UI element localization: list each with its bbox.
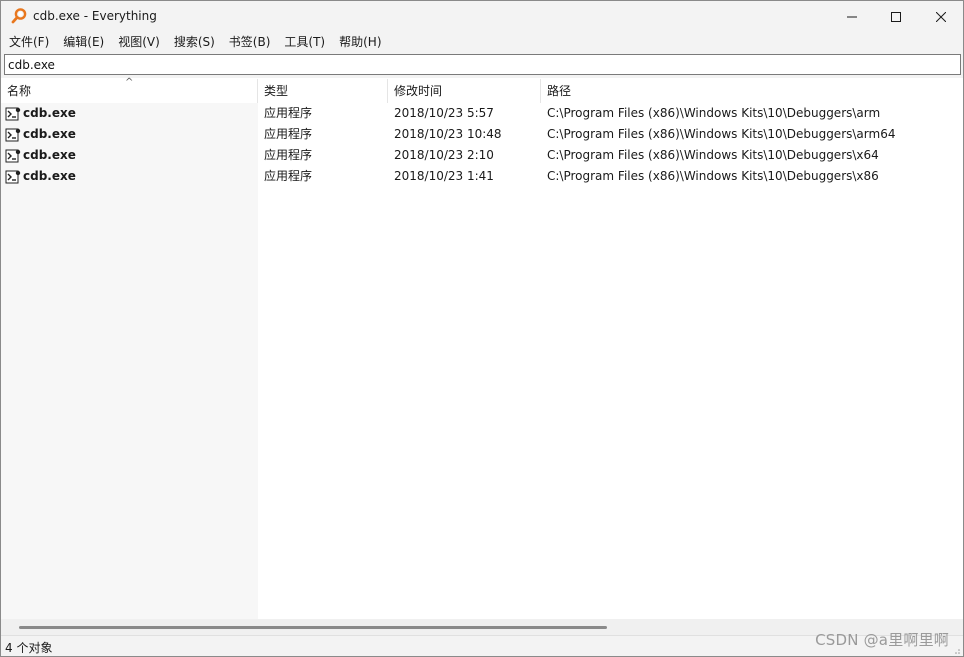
watermark-text: CSDN @a里啊里啊 [815,631,949,649]
file-name-cell[interactable]: cdb.exe [5,124,76,145]
modified-time-cell: 2018/10/23 5:57 [394,106,494,120]
file-path-cell: C:\Program Files (x86)\Windows Kits\10\D… [547,169,879,183]
search-input[interactable] [4,54,961,75]
window-title: cdb.exe - Everything [33,9,157,23]
table-row[interactable]: cdb.exe 应用程序 2018/10/23 5:57 C:\Program … [1,103,963,124]
debugger-exe-icon [5,169,21,185]
results-list[interactable]: cdb.exe 应用程序 2018/10/23 5:57 C:\Program … [1,103,963,619]
minimize-icon [847,16,857,17]
result-count: 4 个对象 [5,641,53,655]
modified-time-cell: 2018/10/23 10:48 [394,127,502,141]
debugger-exe-icon [5,148,21,164]
file-path-cell: C:\Program Files (x86)\Windows Kits\10\D… [547,127,896,141]
menu-bookmarks[interactable]: 书签(B) [222,32,278,52]
modified-time-cell: 2018/10/23 1:41 [394,169,494,183]
menu-file[interactable]: 文件(F) [1,32,56,52]
file-name: cdb.exe [23,127,76,141]
menu-search[interactable]: 搜索(S) [167,32,222,52]
maximize-button[interactable] [873,1,919,32]
file-path-cell: C:\Program Files (x86)\Windows Kits\10\D… [547,106,881,120]
file-name-cell[interactable]: cdb.exe [5,103,76,124]
file-name: cdb.exe [23,169,76,183]
file-name: cdb.exe [23,148,76,162]
file-name: cdb.exe [23,106,76,120]
menu-tools[interactable]: 工具(T) [277,32,332,52]
maximize-icon [891,11,901,22]
menu-help[interactable]: 帮助(H) [332,32,388,52]
file-name-cell[interactable]: cdb.exe [5,166,76,187]
column-header-modified[interactable]: 修改时间 [388,79,541,103]
scrollbar-thumb[interactable] [19,626,607,629]
close-icon [936,11,946,22]
file-path-cell: C:\Program Files (x86)\Windows Kits\10\D… [547,148,879,162]
debugger-exe-icon [5,127,21,143]
magnifier-icon [11,8,27,24]
column-header: 名称 类型 修改时间 路径 [1,79,963,103]
menu-bar: 文件(F) 编辑(E) 视图(V) 搜索(S) 书签(B) 工具(T) 帮助(H… [1,32,963,52]
column-header-type[interactable]: 类型 [258,79,388,103]
file-type-cell: 应用程序 [264,127,313,141]
table-row[interactable]: cdb.exe 应用程序 2018/10/23 2:10 C:\Program … [1,145,963,166]
file-type-cell: 应用程序 [264,106,313,120]
menu-edit[interactable]: 编辑(E) [56,32,111,52]
file-type-cell: 应用程序 [264,148,313,162]
modified-time-cell: 2018/10/23 2:10 [394,148,494,162]
table-row[interactable]: cdb.exe 应用程序 2018/10/23 10:48 C:\Program… [1,124,963,145]
menu-view[interactable]: 视图(V) [111,32,167,52]
sort-ascending-indicator: ^ [125,77,134,88]
table-row[interactable]: cdb.exe 应用程序 2018/10/23 1:41 C:\Program … [1,166,963,187]
minimize-button[interactable] [829,1,875,32]
column-header-path[interactable]: 路径 [541,79,961,103]
title-bar[interactable]: cdb.exe - Everything [1,1,963,32]
resize-grip-icon[interactable] [951,644,961,654]
file-type-cell: 应用程序 [264,169,313,183]
close-button[interactable] [918,1,964,32]
debugger-exe-icon [5,106,21,122]
search-bar [1,52,963,78]
everything-window: cdb.exe - Everything 文件(F) 编辑(E) 视图(V) 搜… [0,0,964,657]
file-name-cell[interactable]: cdb.exe [5,145,76,166]
